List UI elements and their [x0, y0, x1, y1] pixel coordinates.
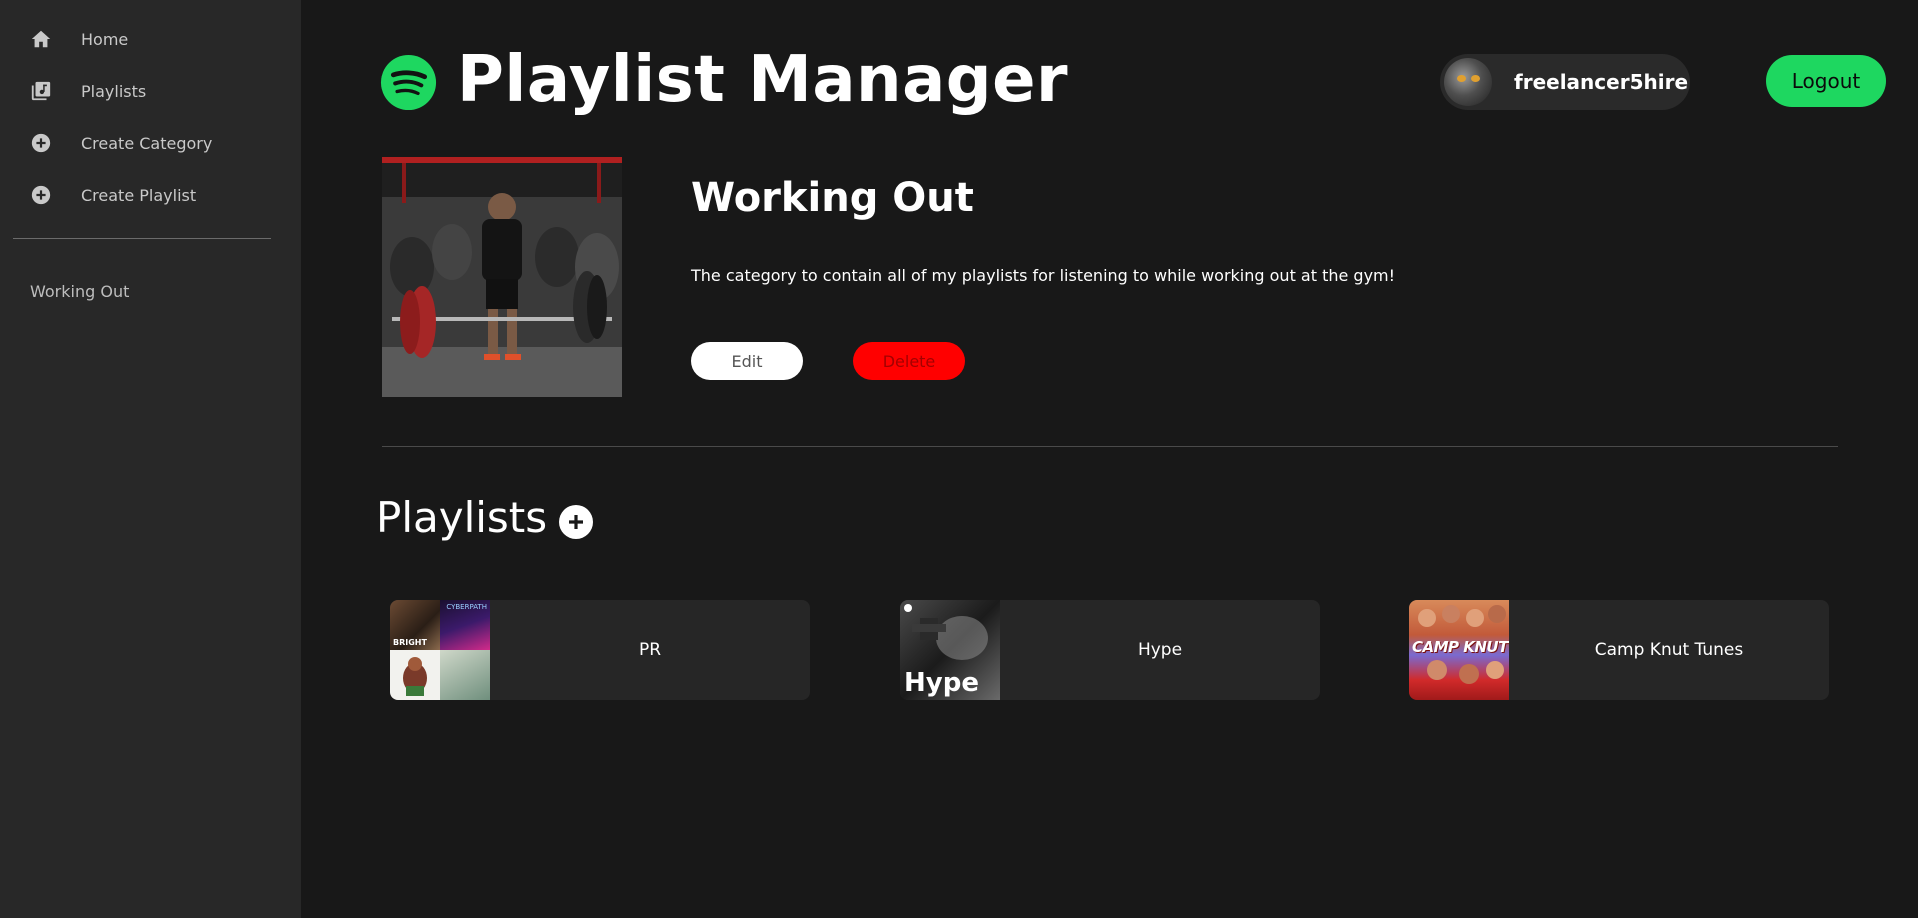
playlist-card-pr[interactable]: BRIGHT CYBERPATH PR [390, 600, 810, 700]
playlist-card-camp-knut-tunes[interactable]: CAMP KNUT Camp Knut Tunes [1409, 600, 1829, 700]
add-playlist-button[interactable] [559, 505, 593, 539]
username: freelancer5hire [1514, 70, 1689, 94]
playlist-cover-image: Hype [900, 600, 1000, 700]
logout-button[interactable]: Logout [1766, 55, 1886, 107]
home-icon [30, 28, 52, 50]
playlist-card-hype[interactable]: Hype Hype [900, 600, 1320, 700]
plus-icon [569, 515, 583, 529]
sidebar-item-home[interactable]: Home [30, 23, 270, 55]
sidebar-item-playlists[interactable]: Playlists [30, 75, 270, 107]
playlists-heading: Playlists [376, 493, 548, 542]
content-divider [382, 446, 1838, 447]
sidebar-item-label: Create Category [81, 133, 213, 153]
edit-category-button[interactable]: Edit [691, 342, 803, 380]
page-title: Playlist Manager [457, 43, 1069, 117]
app-root: Home Playlists Create Category Create Pl… [0, 0, 1918, 918]
plus-circle-icon [30, 132, 52, 154]
playlist-name: PR [638, 640, 662, 660]
category-description: The category to contain all of my playli… [691, 266, 1396, 285]
delete-category-button[interactable]: Delete [853, 342, 965, 380]
playlist-name: Hype [1137, 640, 1183, 660]
sidebar-item-label: Create Playlist [81, 185, 197, 205]
spotify-logo-icon [380, 54, 437, 111]
sidebar-category-working-out[interactable]: Working Out [30, 282, 129, 301]
sidebar: Home Playlists Create Category Create Pl… [0, 0, 301, 918]
avatar [1444, 58, 1492, 106]
plus-circle-icon [30, 184, 52, 206]
sidebar-item-create-category[interactable]: Create Category [30, 127, 270, 159]
library-music-icon [30, 80, 52, 102]
sidebar-item-create-playlist[interactable]: Create Playlist [30, 179, 270, 211]
category-cover-image [382, 157, 622, 397]
playlist-cover-image: CAMP KNUT [1409, 600, 1509, 700]
sidebar-item-label: Playlists [81, 81, 147, 101]
playlist-cover-image: BRIGHT CYBERPATH [390, 600, 490, 700]
sidebar-item-label: Home [81, 29, 129, 49]
user-menu[interactable]: freelancer5hire [1440, 54, 1690, 110]
playlist-name: Camp Knut Tunes [1594, 640, 1744, 660]
category-title: Working Out [691, 175, 974, 221]
sidebar-divider [13, 238, 271, 239]
